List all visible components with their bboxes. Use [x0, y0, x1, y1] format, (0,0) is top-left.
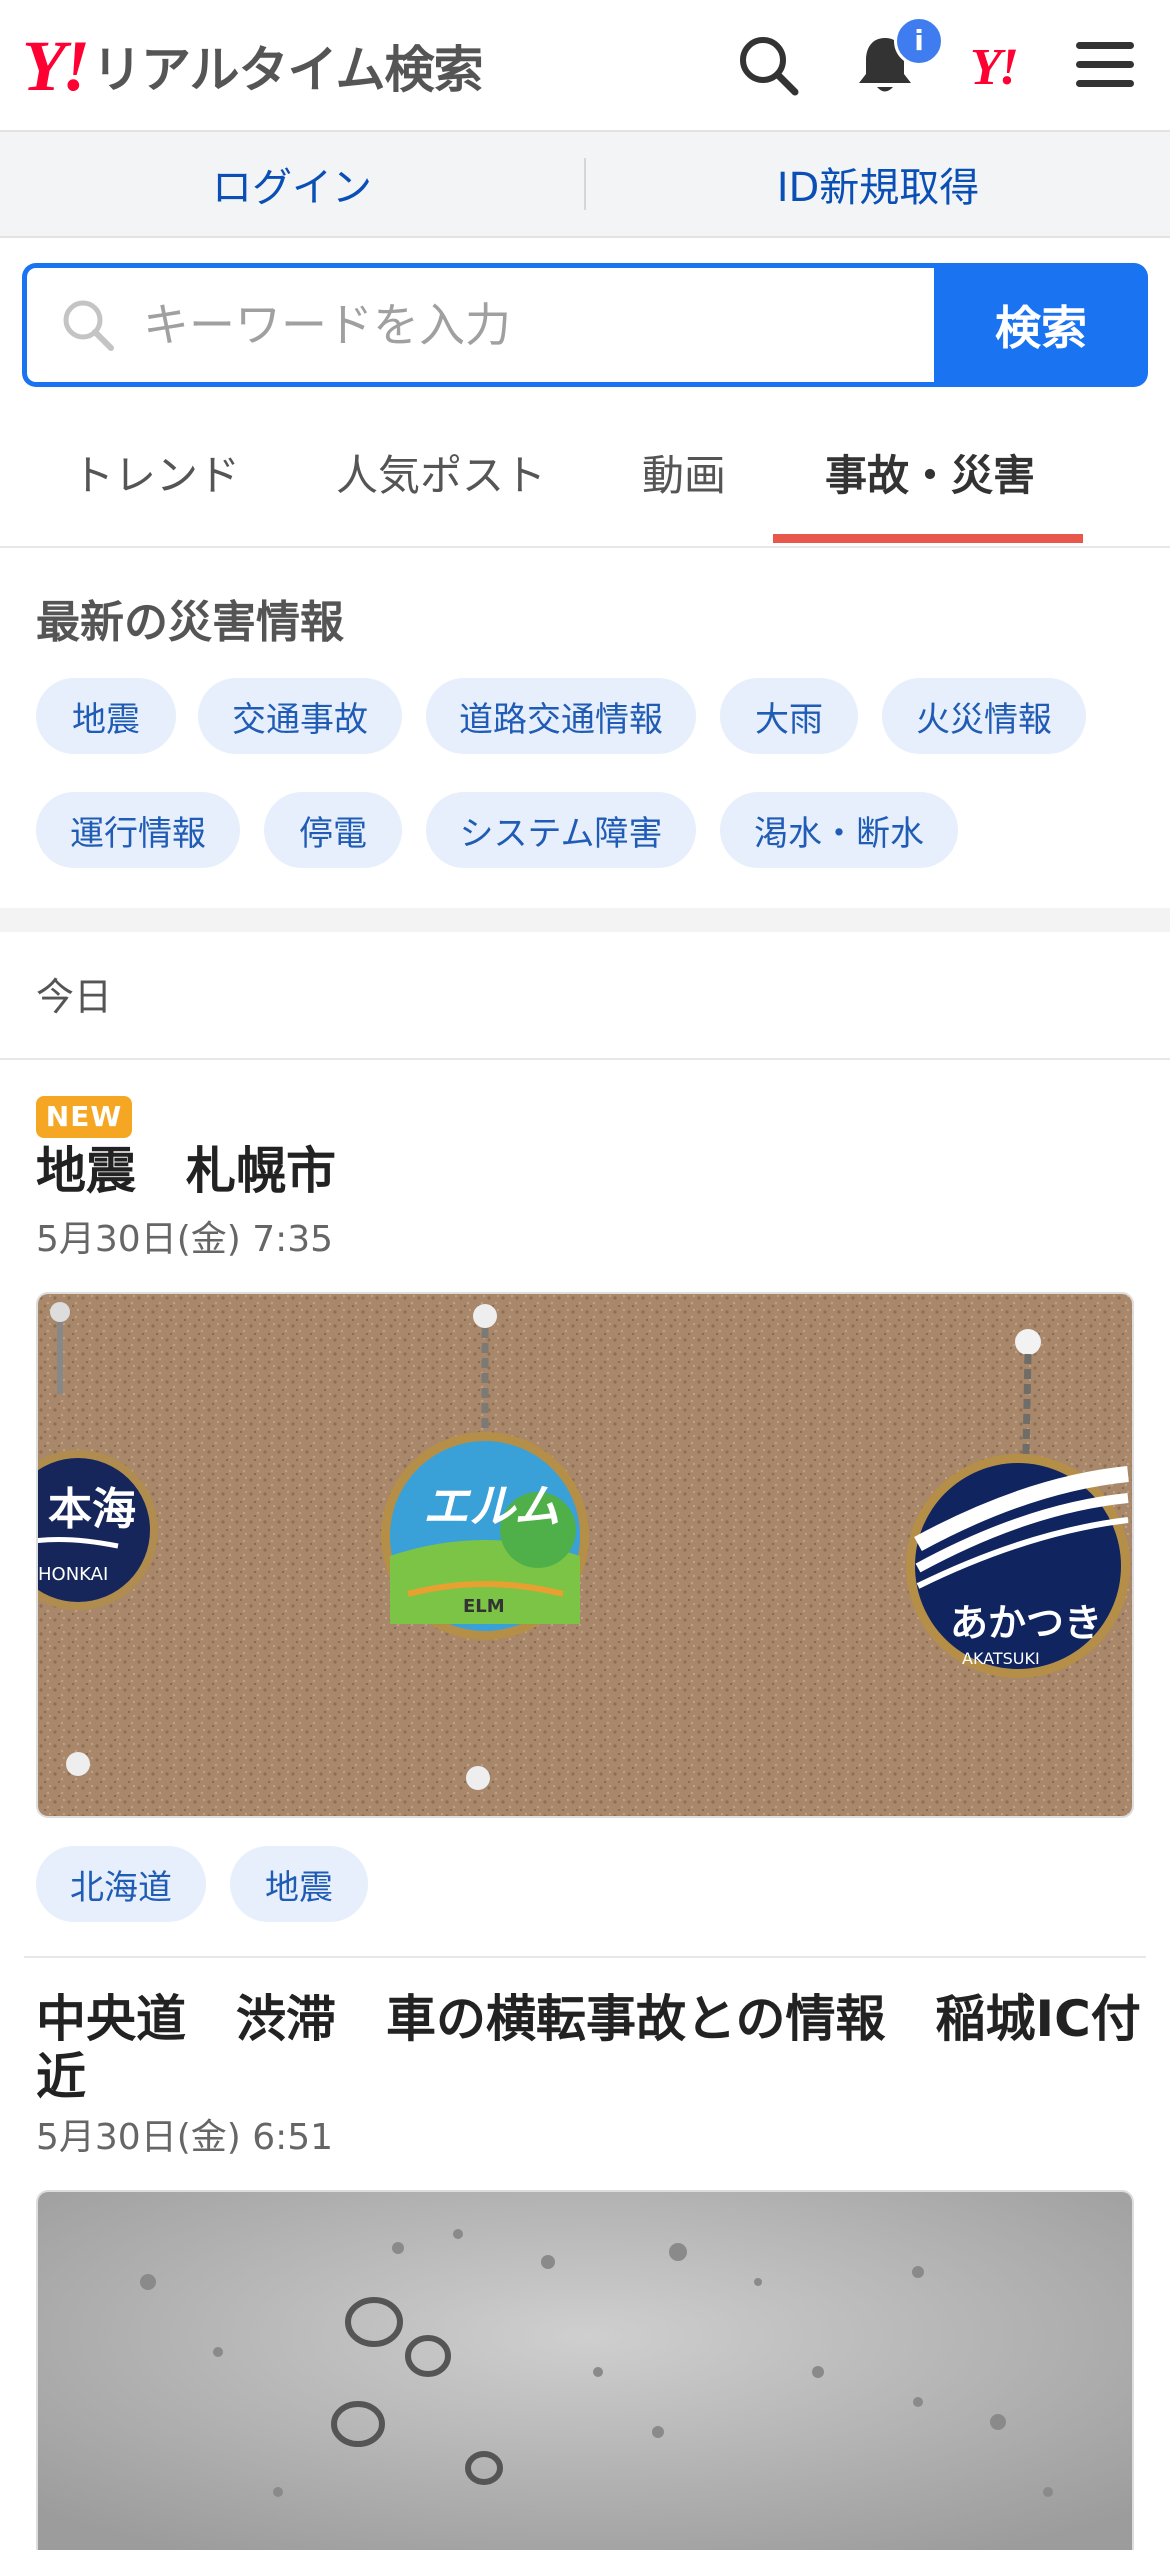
- search-icon: [63, 300, 114, 351]
- notification-badge: i: [894, 16, 944, 66]
- menu-icon[interactable]: [1070, 30, 1140, 100]
- charm-label-akatsuki: あかつき: [950, 1601, 1102, 1645]
- tab-trend[interactable]: トレンド: [72, 442, 240, 503]
- new-badge: NEW: [36, 1096, 132, 1138]
- chip-water-outage[interactable]: 渇水・断水: [720, 792, 958, 868]
- article-date: 5月30日(金) 7:35: [36, 1219, 334, 1260]
- login-link[interactable]: ログイン: [0, 155, 584, 213]
- article-image[interactable]: 本海 HONKAI エルム ELM あかつき AKATSUKI: [36, 1292, 1134, 1818]
- chip-earthquake[interactable]: 地震: [36, 678, 176, 754]
- charm-label-elm-en: ELM: [463, 1596, 505, 1617]
- tag-hokkaido[interactable]: 北海道: [36, 1846, 206, 1922]
- divider: [0, 1058, 1170, 1060]
- tab-bar: トレンド 人気ポスト 動画 事故・災害: [0, 420, 1170, 548]
- tab-popular-posts[interactable]: 人気ポスト: [336, 442, 546, 503]
- tab-video[interactable]: 動画: [642, 442, 726, 503]
- chip-power-outage[interactable]: 停電: [264, 792, 402, 868]
- chip-heavy-rain[interactable]: 大雨: [720, 678, 858, 754]
- day-label: 今日: [36, 975, 113, 1019]
- search-icon[interactable]: [733, 30, 803, 100]
- site-logo[interactable]: Y! リアルタイム検索: [22, 30, 483, 102]
- app-header: Y! リアルタイム検索 i Y!: [0, 0, 1170, 132]
- article-title-line: 中央道 渋滞 車の横転事故との情報 稲城IC付: [36, 1990, 1141, 2048]
- chip-road-traffic[interactable]: 道路交通情報: [426, 678, 696, 754]
- article-title[interactable]: 地震 札幌市: [36, 1142, 336, 1200]
- article-title[interactable]: 中央道 渋滞 車の横転事故との情報 稲城IC付 近: [36, 1990, 1141, 2106]
- chip-traffic-accident[interactable]: 交通事故: [198, 678, 402, 754]
- charm-label-akatsuki-en: AKATSUKI: [962, 1649, 1040, 1668]
- section-gap: [0, 908, 1170, 932]
- disaster-info-section: 最新の災害情報 地震 交通事故 道路交通情報 大雨 火災情報 運行情報 停電 シ…: [0, 548, 1170, 908]
- chip-system-failure[interactable]: システム障害: [426, 792, 696, 868]
- charm-label-nihonkai-en: HONKAI: [38, 1564, 108, 1585]
- chip-fire[interactable]: 火災情報: [882, 678, 1086, 754]
- tab-accidents-disasters[interactable]: 事故・災害: [825, 442, 1035, 503]
- auth-bar: ログイン ID新規取得: [0, 132, 1170, 238]
- tag-earthquake[interactable]: 地震: [230, 1846, 368, 1922]
- site-title: リアルタイム検索: [92, 41, 483, 99]
- article-title-line: 近: [36, 2048, 86, 2106]
- charm-label-nihonkai: 本海: [48, 1484, 136, 1535]
- article-date: 5月30日(金) 6:51: [36, 2117, 334, 2158]
- section-title: 最新の災害情報: [36, 597, 344, 648]
- chip-service-info[interactable]: 運行情報: [36, 792, 240, 868]
- divider: [24, 1956, 1146, 1958]
- register-link[interactable]: ID新規取得: [586, 155, 1170, 213]
- yahoo-logo-mark: Y!: [22, 26, 90, 106]
- search-button[interactable]: 検索: [934, 263, 1148, 387]
- search-input[interactable]: [141, 297, 901, 353]
- active-tab-indicator: [773, 534, 1083, 543]
- charm-label-elm: エルム: [423, 1479, 560, 1533]
- yahoo-home-icon[interactable]: Y!: [970, 38, 1019, 97]
- article-image[interactable]: [36, 2190, 1134, 2550]
- search-bar: 検索: [22, 263, 1148, 387]
- search-box: [22, 263, 934, 387]
